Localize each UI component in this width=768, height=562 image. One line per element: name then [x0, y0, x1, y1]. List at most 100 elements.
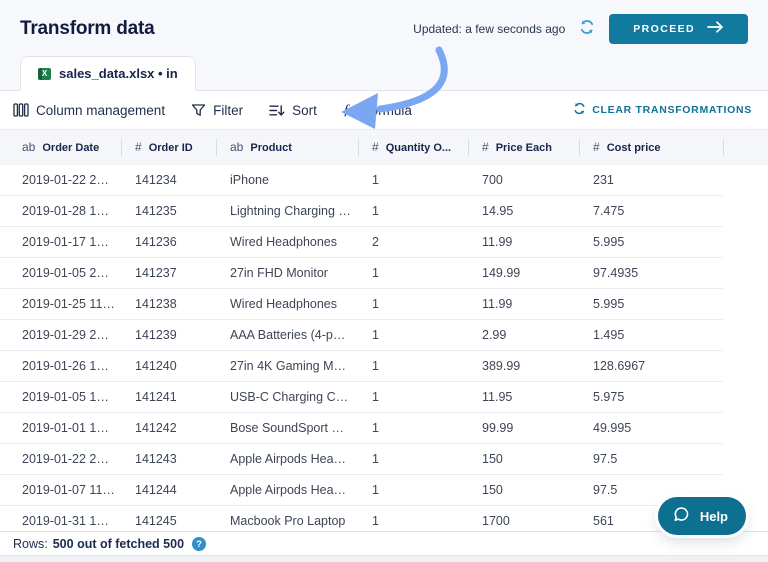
column-label: Quantity O...	[386, 142, 451, 154]
table-row: 2019-01-26 12:16:0014124027in 4K Gaming …	[0, 351, 768, 382]
refresh-icon	[579, 19, 595, 38]
rows-summary-bar: Rows: 500 out of fetched 500 ?	[0, 531, 768, 556]
sort-button[interactable]: Sort	[269, 103, 317, 118]
tab-sales-data[interactable]: X sales_data.xlsx • in	[20, 56, 196, 91]
column-header[interactable]: #Price Each	[468, 130, 579, 165]
transform-data-page: Transform data Updated: a few seconds ag…	[0, 0, 768, 562]
table-row: 2019-01-28 14:15:00141235Lightning Charg…	[0, 196, 768, 227]
bottom-strip	[0, 555, 768, 562]
table-cell: 1	[358, 475, 468, 506]
column-label: Order ID	[149, 142, 193, 154]
table-cell: 27in 4K Gaming Monitor	[216, 351, 358, 382]
transform-toolbar: Column management Filter Sort	[0, 91, 768, 129]
table-cell: Wired Headphones	[216, 227, 358, 258]
rows-help-icon[interactable]: ?	[192, 537, 206, 551]
table-cell: 99.99	[468, 413, 579, 444]
main-content: Column management Filter Sort	[0, 91, 768, 562]
clear-refresh-icon	[573, 102, 586, 118]
table-row: 2019-01-05 12:04:00141241USB-C Charging …	[0, 382, 768, 413]
column-header-filler	[723, 130, 768, 165]
column-header[interactable]: ab Product	[216, 130, 358, 165]
table-row: 2019-01-22 21:25:00141234iPhone1700231	[0, 165, 768, 196]
column-type-icon: #	[482, 140, 489, 154]
table-cell: 97.4935	[579, 258, 723, 289]
column-label: Product	[250, 142, 292, 154]
table-cell-filler	[723, 320, 768, 351]
table-cell: 7.475	[579, 196, 723, 227]
column-header[interactable]: abOrder Date	[0, 130, 121, 165]
table-cell: 150	[468, 475, 579, 506]
table-cell: USB-C Charging Cable	[216, 382, 358, 413]
column-type-icon: #	[135, 140, 142, 154]
table-cell-filler	[723, 196, 768, 227]
filter-icon	[191, 103, 206, 118]
table-cell: 97.5	[579, 444, 723, 475]
column-header[interactable]: # Cost price	[579, 130, 723, 165]
table-cell: Wired Headphones	[216, 289, 358, 320]
table-cell: 149.99	[468, 258, 579, 289]
table-cell: 141243	[121, 444, 216, 475]
table-cell: 2019-01-29 20:22:00	[0, 320, 121, 351]
table-cell: 1	[358, 165, 468, 196]
table-cell: 11.95	[468, 382, 579, 413]
table-header-row: abOrder Date#Order IDabProduct#Quantity …	[0, 130, 768, 165]
table-cell: 2	[358, 227, 468, 258]
table-cell: 14.95	[468, 196, 579, 227]
rows-label: Rows:	[13, 537, 48, 551]
chat-bubble-icon	[672, 505, 691, 527]
table-cell-filler	[723, 227, 768, 258]
proceed-button[interactable]: PROCEED	[609, 14, 748, 44]
tab-label: sales_data.xlsx • in	[59, 66, 178, 81]
clear-transformations-button[interactable]: CLEAR TRANSFORMATIONS	[573, 102, 752, 118]
table-cell: 1	[358, 382, 468, 413]
table-cell: 1	[358, 444, 468, 475]
filter-button[interactable]: Filter	[191, 103, 243, 118]
column-header[interactable]: # Order ID	[121, 130, 216, 165]
table-cell-filler	[723, 165, 768, 196]
tool-label: Filter	[213, 103, 243, 118]
help-button[interactable]: Help	[658, 497, 746, 535]
table-row: 2019-01-25 11:59:00141238Wired Headphone…	[0, 289, 768, 320]
table-row: 2019-01-01 10:30:00141242Bose SoundSport…	[0, 413, 768, 444]
tab-strip: X sales_data.xlsx • in	[0, 57, 768, 91]
table-body: 2019-01-22 21:25:00141234iPhone170023120…	[0, 165, 768, 537]
table-row: 2019-01-07 11:29:00141244Apple Airpods H…	[0, 475, 768, 506]
column-label: Cost price	[607, 142, 661, 154]
table-cell: 128.6967	[579, 351, 723, 382]
table-cell: 1	[358, 320, 468, 351]
table-cell: Lightning Charging Cable	[216, 196, 358, 227]
table-row: 2019-01-29 20:22:00141239AAA Batteries (…	[0, 320, 768, 351]
table-cell: 2019-01-26 12:16:00	[0, 351, 121, 382]
table-cell: 141242	[121, 413, 216, 444]
table-cell: 2019-01-05 12:04:00	[0, 382, 121, 413]
table-cell: 150	[468, 444, 579, 475]
table-cell-filler	[723, 351, 768, 382]
updated-status: Updated: a few seconds ago	[413, 22, 565, 36]
arrow-right-icon	[707, 21, 724, 36]
refresh-button[interactable]	[577, 17, 597, 40]
table-cell: 141235	[121, 196, 216, 227]
column-management-button[interactable]: Column management	[13, 102, 165, 118]
table-cell: 11.99	[468, 227, 579, 258]
column-header[interactable]: #Quantity O...	[358, 130, 468, 165]
column-type-icon: #	[593, 140, 600, 154]
table-cell: 2019-01-22 21:25:00	[0, 165, 121, 196]
tool-label: Formula	[362, 103, 412, 118]
column-type-icon: ab	[230, 140, 243, 154]
table-cell: 141238	[121, 289, 216, 320]
table-cell: 231	[579, 165, 723, 196]
table-cell: 2019-01-01 10:30:00	[0, 413, 121, 444]
table-cell: 141236	[121, 227, 216, 258]
formula-button[interactable]: ƒx Formula	[343, 102, 412, 119]
table-row: 2019-01-22 21:20:00141243Apple Airpods H…	[0, 444, 768, 475]
table-cell: 1	[358, 289, 468, 320]
table-cell: 389.99	[468, 351, 579, 382]
table-row: 2019-01-17 13:33:00141236Wired Headphone…	[0, 227, 768, 258]
table-cell: 2019-01-28 14:15:00	[0, 196, 121, 227]
formula-icon: ƒx	[343, 102, 356, 119]
table-cell: AAA Batteries (4-pack)	[216, 320, 358, 351]
tool-label: Sort	[292, 103, 317, 118]
column-label: Order Date	[42, 142, 99, 154]
table-cell: 141239	[121, 320, 216, 351]
table-cell: 2019-01-05 20:32:59	[0, 258, 121, 289]
